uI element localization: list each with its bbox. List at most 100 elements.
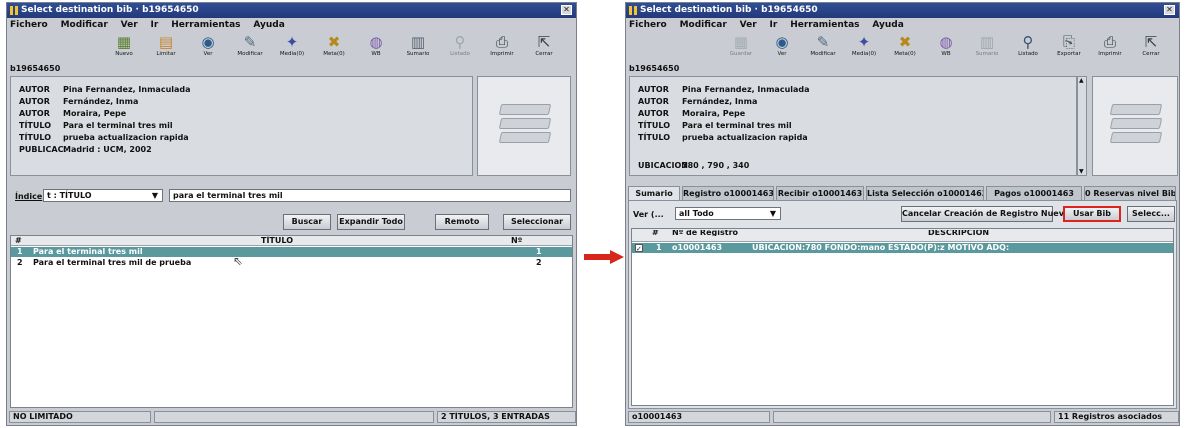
scroll-up-icon[interactable]: ▲ <box>1079 77 1084 84</box>
field-value: Moraira, Pepe <box>63 109 127 118</box>
col-title[interactable]: TÍTULO <box>261 236 293 246</box>
books-icon <box>1105 96 1165 156</box>
media-icon: ✦ <box>285 33 299 51</box>
menu-modificar[interactable]: Modificar <box>61 20 108 30</box>
col-record[interactable]: Nº de Registro <box>672 230 738 236</box>
menu-ir[interactable]: Ir <box>151 20 159 30</box>
title-bar: Select destination bib · b19654650 ✕ <box>7 3 576 18</box>
expand-all-button[interactable]: Expandir Todo <box>337 214 405 230</box>
table-row[interactable]: 2 Para el terminal tres mil de prueba 2 <box>11 258 572 268</box>
view-label: Ver (... <box>633 210 664 219</box>
menu-bar: Fichero Modificar Ver Ir Herramientas Ay… <box>626 18 1179 32</box>
new-icon: ▦ <box>116 33 132 51</box>
tab-registro-o10001463[interactable]: Registro o10001463 <box>682 186 774 200</box>
col-description[interactable]: DESCRIPCIÓN <box>928 230 989 236</box>
menu-ir[interactable]: Ir <box>770 20 778 30</box>
save-icon: ▦ <box>733 33 749 51</box>
sumario-button[interactable]: ▥ Sumario <box>401 33 435 61</box>
field-label: AUTOR <box>19 85 50 94</box>
field-value: Madrid : UCM, 2002 <box>63 145 152 154</box>
status-left: o10001463 <box>628 411 770 423</box>
menu-modificar[interactable]: Modificar <box>680 20 727 30</box>
cerrar-button[interactable]: ⇱ Cerrar <box>527 33 561 61</box>
ver-button[interactable]: ◉ Ver <box>191 33 225 61</box>
edit-icon: ✎ <box>243 33 257 51</box>
scroll-down-icon[interactable]: ▼ <box>1079 168 1084 175</box>
toolbar-button-label: Media(0) <box>279 51 305 57</box>
wb-button[interactable]: ◍ WB <box>359 33 393 61</box>
bib-number: b19654650 <box>10 64 61 73</box>
search-input[interactable]: para el terminal tres mil <box>169 189 571 202</box>
imprimir-button[interactable]: ⎙ Imprimir <box>485 33 519 61</box>
menu-ver[interactable]: Ver <box>121 20 138 30</box>
field-label: PUBLICAC. <box>19 145 67 154</box>
search-button[interactable]: Buscar <box>283 214 331 230</box>
field-value: Para el terminal tres mil <box>63 121 173 130</box>
modificar-button[interactable]: ✎ Modificar <box>806 33 840 61</box>
tab-recibir-o10001463[interactable]: Recibir o10001463 <box>776 186 864 200</box>
guardar-button[interactable]: ▦ Guardar <box>724 33 758 61</box>
close-window-button[interactable]: ✕ <box>1164 5 1175 15</box>
record-scrollbar[interactable]: ▲ ▼ <box>1077 76 1087 176</box>
col-number[interactable]: # <box>652 230 659 236</box>
ver-button[interactable]: ◉ Ver <box>765 33 799 61</box>
sumario-button[interactable]: ▥ Sumario <box>970 33 1004 61</box>
menu-fichero[interactable]: Fichero <box>10 20 48 30</box>
list-icon: ⚲ <box>1022 33 1034 51</box>
nuevo-button[interactable]: ▦ Nuevo <box>107 33 141 61</box>
status-middle <box>773 411 1051 423</box>
menu-ayuda[interactable]: Ayuda <box>872 20 903 30</box>
select-button[interactable]: Seleccionar <box>503 214 571 230</box>
toolbar-button-label: Guardar <box>729 51 753 57</box>
limitar-button[interactable]: ▤ Limitar <box>149 33 183 61</box>
menu-fichero[interactable]: Fichero <box>629 20 667 30</box>
close-door-icon: ⇱ <box>1144 33 1158 51</box>
record-field: UBICACION780 , 790 , 340 <box>638 161 749 170</box>
record-field: AUTOR Moraira, Pepe <box>638 109 745 118</box>
mouse-cursor-icon: ⇖ <box>233 254 244 268</box>
status-bar: o10001463 11 Registros asociados <box>628 411 1179 423</box>
record-summary: AUTOR Pina Fernandez, Inmaculada AUTOR Fern… <box>629 76 1077 176</box>
tab-0-reservas-nivel-bib[interactable]: 0 Reservas nivel Bib. <box>1084 186 1176 200</box>
remote-button[interactable]: Remoto <box>435 214 489 230</box>
edit-icon: ✎ <box>816 33 830 51</box>
menu-ayuda[interactable]: Ayuda <box>253 20 284 30</box>
title-bar: Select destination bib · b19654650 ✕ <box>626 3 1179 18</box>
tab-sumario[interactable]: Sumario <box>628 186 680 201</box>
row-checkbox[interactable]: ✓ <box>635 244 643 252</box>
row-count: 2 <box>536 258 542 267</box>
cancel-new-record-button[interactable]: Cancelar Creación de Registro Nuevo <box>901 206 1069 222</box>
toolbar-button-label: Limitar <box>156 51 176 57</box>
media-0-button[interactable]: ✦ Media(0) <box>275 33 309 61</box>
selecc-button[interactable]: Selecc... <box>1127 206 1175 222</box>
index-select[interactable]: t : TÍTULO ▼ <box>43 189 163 202</box>
close-window-button[interactable]: ✕ <box>561 5 572 15</box>
meta-0-button[interactable]: ✖ Meta(0) <box>317 33 351 61</box>
window-title: Select destination bib · b19654650 <box>640 5 818 15</box>
exportar-button[interactable]: ⎘ Exportar <box>1052 33 1086 61</box>
menu-ver[interactable]: Ver <box>740 20 757 30</box>
meta-0-button[interactable]: ✖ Meta(0) <box>888 33 922 61</box>
cerrar-button[interactable]: ⇱ Cerrar <box>1134 33 1168 61</box>
menu-herramientas[interactable]: Herramientas <box>790 20 859 30</box>
use-bib-button[interactable]: Usar Bib <box>1063 206 1121 222</box>
meta-icon: ✖ <box>327 33 341 51</box>
tab-strip: Sumario Registro o10001463 Recibir o100014… <box>628 186 1177 201</box>
record-field: TÍTULO prueba actualizacion rapida <box>638 133 808 142</box>
tab-pagos-o10001463[interactable]: Pagos o10001463 <box>986 186 1082 200</box>
table-row[interactable]: ✓ 1 o10001463 UBICACION:780 FONDO:mano E… <box>632 243 1173 253</box>
menu-herramientas[interactable]: Herramientas <box>171 20 240 30</box>
modificar-button[interactable]: ✎ Modificar <box>233 33 267 61</box>
listado-button[interactable]: ⚲ Listado <box>443 33 477 61</box>
imprimir-button[interactable]: ⎙ Imprimir <box>1093 33 1127 61</box>
view-icon: ◉ <box>201 33 215 51</box>
col-number[interactable]: # <box>15 236 22 246</box>
media-0-button[interactable]: ✦ Media(0) <box>847 33 881 61</box>
table-row[interactable]: 1 Para el terminal tres mil 1 <box>11 247 572 257</box>
tab-lista-selecci-n-o10001463[interactable]: Lista Selección o10001463 <box>866 186 984 200</box>
record-field: AUTOR Pina Fernandez, Inmaculada <box>638 85 810 94</box>
cover-image <box>477 76 571 176</box>
listado-button[interactable]: ⚲ Listado <box>1011 33 1045 61</box>
view-select[interactable]: all Todo ▼ <box>675 207 781 220</box>
wb-button[interactable]: ◍ WB <box>929 33 963 61</box>
